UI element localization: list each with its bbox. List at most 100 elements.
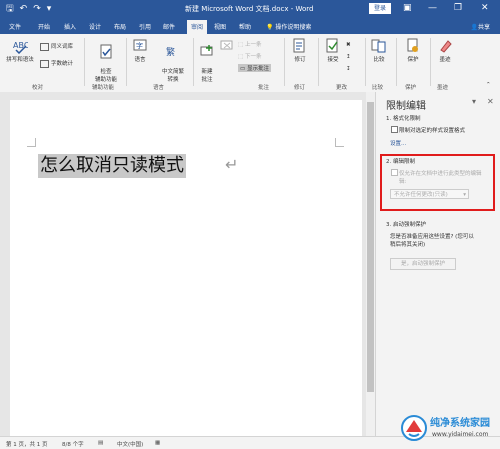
new-comment-label: 新建 批注: [201, 69, 213, 83]
start-enforcement-button[interactable]: 是，启动强制保护: [390, 258, 456, 270]
formatting-restriction-label: 限制对选定的样式设置格式: [399, 128, 466, 134]
section-formatting-heading: 1. 格式化限制: [386, 116, 421, 122]
macro-icon[interactable]: ▦: [155, 440, 160, 446]
collapse-ribbon-icon[interactable]: ⌃: [486, 82, 491, 88]
selected-document-text[interactable]: 怎么取消只读模式: [38, 154, 186, 178]
arrow-down-icon: ⬚: [238, 54, 245, 60]
language-label: 语言: [134, 57, 146, 63]
thesaurus-button[interactable]: 同义词库: [40, 42, 73, 51]
login-button[interactable]: 登录: [369, 3, 391, 14]
thesaurus-icon: [40, 42, 49, 51]
restore-button[interactable]: ❐: [454, 2, 462, 14]
ink-label: 墨迹: [439, 57, 451, 63]
tab-mailings[interactable]: 邮件: [163, 22, 175, 31]
delete-comment-button[interactable]: [219, 38, 235, 55]
watermark: 纯净系统家园 www.yidaimei.com: [400, 410, 496, 446]
compare-icon: [371, 39, 386, 53]
track-changes-icon: [293, 38, 305, 53]
scrollbar-thumb[interactable]: [367, 102, 374, 392]
customize-icon[interactable]: ▾: [47, 3, 52, 15]
spelling-grammar-button[interactable]: ABC 拼写和语法: [4, 38, 36, 63]
tell-me-label: 操作说明搜索: [275, 24, 312, 31]
check-accessibility-button[interactable]: 检查 辅助功能: [88, 38, 124, 83]
chinese-conversion-button[interactable]: 繁 中文简繁 转换: [155, 38, 191, 83]
pane-title: 限制编辑: [386, 101, 426, 112]
spelling-check-icon: ABC: [13, 41, 28, 54]
previous-comment-button[interactable]: ⬚ 上一条: [238, 40, 261, 48]
separator: [84, 38, 85, 86]
pane-options-icon[interactable]: ▾: [472, 97, 476, 106]
proofing-status-icon[interactable]: ▤: [98, 440, 103, 446]
redo-icon[interactable]: ↷: [33, 3, 41, 15]
language-status[interactable]: 中文(中国): [117, 440, 143, 448]
title-bar: 🖫 ↶ ↷ ▾ 新建 Microsoft Word 文档.docx - Word…: [0, 0, 500, 18]
pane-close-icon[interactable]: ✕: [487, 97, 494, 106]
restrict-editing-pane: 限制编辑 ▾ ✕ 1. 格式化限制 限制对选定的样式设置格式 设置... 2. …: [375, 92, 500, 436]
tab-design[interactable]: 设计: [89, 22, 101, 31]
highlight-box: [380, 154, 495, 211]
tab-layout[interactable]: 布局: [114, 22, 126, 31]
ribbon-display-icon[interactable]: ▣: [403, 2, 412, 14]
tell-me-search[interactable]: 💡 操作说明搜索: [266, 22, 311, 31]
accessibility-icon: [100, 44, 112, 59]
tab-review[interactable]: 审阅: [187, 20, 208, 34]
document-area: 怎么取消只读模式 ↵: [0, 92, 375, 436]
separator: [193, 38, 194, 86]
previous-comment-label: 上一条: [244, 42, 262, 48]
ink-button[interactable]: 墨迹: [434, 38, 456, 63]
track-changes-button[interactable]: 修订: [290, 38, 310, 63]
language-icon: 字: [133, 39, 147, 51]
document-page[interactable]: 怎么取消只读模式 ↵: [10, 100, 362, 436]
next-comment-button[interactable]: ⬚ 下一条: [238, 52, 261, 60]
close-button[interactable]: ✕: [481, 2, 489, 14]
word-count-button[interactable]: 字数统计: [40, 59, 73, 68]
minimize-button[interactable]: —: [428, 2, 437, 14]
share-button[interactable]: 👤共享: [471, 22, 491, 31]
tab-insert[interactable]: 插入: [64, 22, 76, 31]
group-protect: 保护: [405, 85, 417, 91]
separator: [126, 38, 127, 86]
chinese-conversion-icon: 繁: [166, 46, 175, 58]
word-count[interactable]: 8/8 个字: [62, 440, 84, 448]
separator: [284, 38, 285, 86]
vertical-scrollbar[interactable]: [366, 92, 375, 436]
thesaurus-label: 同义词库: [51, 44, 74, 50]
page-count[interactable]: 第 1 页，共 1 页: [6, 440, 48, 448]
watermark-name: 纯净系统家园: [430, 418, 490, 429]
save-icon[interactable]: 🖫: [6, 3, 14, 15]
svg-text:繁: 繁: [166, 46, 175, 58]
enforcement-question: 您是否准备应用这些设置? (您可以: [390, 234, 474, 240]
prev-change-icon[interactable]: ↥: [346, 54, 351, 60]
group-compare: 比较: [372, 85, 384, 91]
accept-button[interactable]: 接受: [322, 38, 344, 63]
settings-link[interactable]: 设置...: [390, 139, 406, 147]
reject-icon[interactable]: ✖: [346, 42, 351, 48]
formatting-restriction-checkbox[interactable]: [391, 126, 398, 133]
tab-home[interactable]: 开始: [38, 22, 50, 31]
tab-view[interactable]: 视图: [214, 22, 226, 31]
separator: [365, 38, 366, 86]
next-change-icon[interactable]: ↧: [346, 66, 351, 72]
protect-button[interactable]: 保护: [402, 38, 424, 63]
tab-help[interactable]: 帮助: [239, 22, 251, 31]
svg-text:ABC: ABC: [13, 41, 28, 50]
group-changes: 更改: [336, 85, 348, 91]
check-accessibility-label: 检查 辅助功能: [94, 69, 117, 83]
tab-file[interactable]: 文件: [9, 22, 21, 31]
tab-references[interactable]: 引用: [139, 22, 151, 31]
undo-icon[interactable]: ↶: [20, 3, 28, 15]
show-comments-button[interactable]: ▭ 显示批注: [238, 64, 271, 72]
new-comment-button[interactable]: 新建 批注: [195, 38, 219, 83]
group-accessibility: 辅助功能: [92, 85, 115, 91]
ribbon-review: ABC 拼写和语法 同义词库 字数统计 校对 检查 辅助功能 辅助功能 字 语言…: [0, 34, 500, 93]
protect-icon: [407, 38, 418, 52]
group-language: 语言: [153, 85, 165, 91]
protect-label: 保护: [407, 57, 419, 63]
compare-button[interactable]: 比较: [368, 38, 390, 63]
language-button[interactable]: 字 语言: [128, 38, 152, 63]
separator: [430, 38, 431, 86]
crop-mark: [27, 138, 36, 147]
accept-icon: [326, 38, 338, 53]
accept-label: 接受: [327, 57, 339, 63]
show-comments-label: 显示批注: [246, 66, 269, 72]
